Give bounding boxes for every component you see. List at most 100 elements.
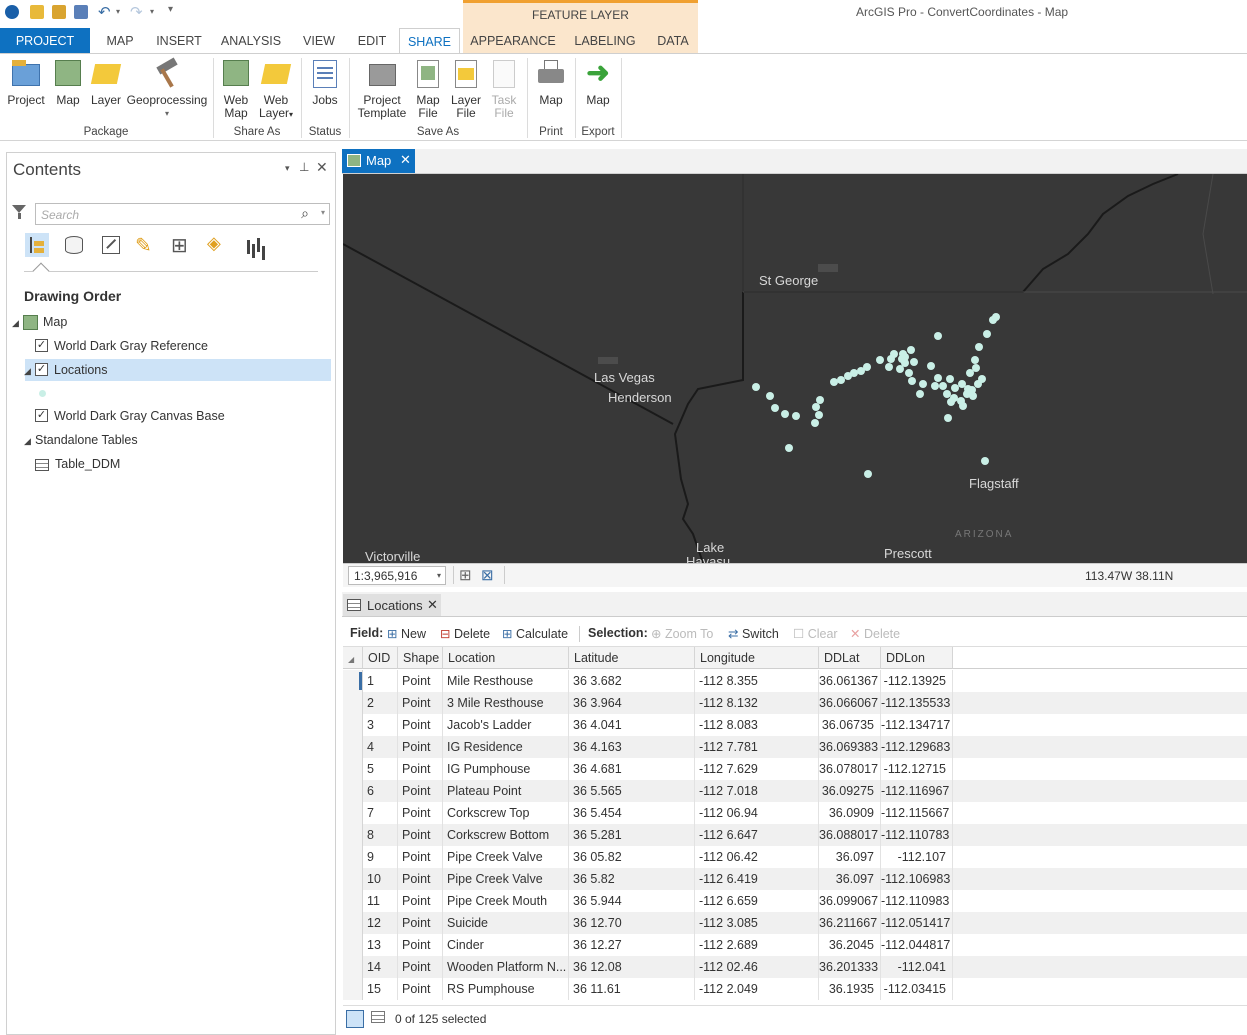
row-selector[interactable] bbox=[343, 802, 363, 824]
search-input[interactable]: Search ⌕ ▾ bbox=[35, 203, 330, 225]
row-selector[interactable] bbox=[343, 978, 363, 1000]
cell-location[interactable]: Cinder bbox=[443, 934, 569, 956]
cell-latitude[interactable]: 36 12.70 bbox=[569, 912, 695, 934]
cell-latitude[interactable]: 36 4.681 bbox=[569, 758, 695, 780]
close-icon[interactable]: ✕ bbox=[316, 159, 328, 176]
location-point[interactable] bbox=[916, 390, 924, 398]
show-all-records-icon[interactable] bbox=[346, 1010, 364, 1028]
location-point[interactable] bbox=[890, 350, 898, 358]
cell-ddlat[interactable]: 36.069383 bbox=[819, 736, 881, 758]
cell-shape[interactable]: Point bbox=[398, 956, 443, 978]
location-point[interactable] bbox=[971, 356, 979, 364]
cell-oid[interactable]: 8 bbox=[363, 824, 398, 846]
location-points[interactable] bbox=[752, 313, 1000, 478]
table-row[interactable]: 10 Point Pipe Creek Valve 36 5.82 -112 6.419… bbox=[343, 868, 1247, 890]
package-geoprocessing-button[interactable]: Geoprocessing ▾ bbox=[126, 57, 208, 120]
cell-ddlat[interactable]: 36.088017 bbox=[819, 824, 881, 846]
column-header-oid[interactable]: OID bbox=[363, 647, 398, 669]
row-selector-header[interactable]: ◢ bbox=[343, 647, 363, 669]
cell-shape[interactable]: Point bbox=[398, 802, 443, 824]
column-header-latitude[interactable]: Latitude bbox=[569, 647, 695, 669]
location-point[interactable] bbox=[785, 444, 793, 452]
cell-ddlon[interactable]: -112.110783 bbox=[881, 824, 953, 846]
table-row[interactable]: 1 Point Mile Resthouse 36 3.682 -112 8.355 36… bbox=[343, 670, 1247, 692]
location-point[interactable] bbox=[901, 353, 909, 361]
location-point[interactable] bbox=[943, 390, 951, 398]
location-point[interactable] bbox=[830, 378, 838, 386]
location-point[interactable] bbox=[959, 402, 967, 410]
cell-location[interactable]: Mile Resthouse bbox=[443, 670, 569, 692]
column-header-location[interactable]: Location bbox=[443, 647, 569, 669]
delete-selection-button[interactable]: ✕ Delete bbox=[850, 626, 900, 641]
package-project-button[interactable]: Project bbox=[4, 58, 48, 107]
cell-ddlat[interactable]: 36.06735 bbox=[819, 714, 881, 736]
cell-longitude[interactable]: -112 8.355 bbox=[695, 670, 819, 692]
cell-ddlon[interactable]: -112.041 bbox=[881, 956, 953, 978]
cell-ddlat[interactable]: 36.2045 bbox=[819, 934, 881, 956]
cell-ddlon[interactable]: -112.115667 bbox=[881, 802, 953, 824]
list-by-drawing-order-icon[interactable] bbox=[25, 233, 49, 257]
save-icon[interactable] bbox=[74, 5, 88, 19]
cell-longitude[interactable]: -112 3.085 bbox=[695, 912, 819, 934]
save-map-file-button[interactable]: Map File bbox=[410, 58, 446, 120]
cell-latitude[interactable]: 36 5.565 bbox=[569, 780, 695, 802]
tab-view[interactable]: VIEW bbox=[296, 28, 342, 53]
table-row[interactable]: 13 Point Cinder 36 12.27 -112 2.689 36.2045 -1… bbox=[343, 934, 1247, 956]
cell-shape[interactable]: Point bbox=[398, 758, 443, 780]
cell-oid[interactable]: 9 bbox=[363, 846, 398, 868]
cell-latitude[interactable]: 36 3.682 bbox=[569, 670, 695, 692]
row-selector[interactable] bbox=[343, 846, 363, 868]
cell-longitude[interactable]: -112 7.018 bbox=[695, 780, 819, 802]
zoom-to-button[interactable]: ⊕ Zoom To bbox=[651, 626, 713, 641]
calculate-field-button[interactable]: ⊞ Calculate bbox=[502, 626, 568, 641]
tab-edit[interactable]: EDIT bbox=[350, 28, 394, 53]
table-row[interactable]: 15 Point RS Pumphouse 36 11.61 -112 2.049 36.… bbox=[343, 978, 1247, 1000]
location-point[interactable] bbox=[910, 358, 918, 366]
cell-longitude[interactable]: -112 7.629 bbox=[695, 758, 819, 780]
save-layer-file-button[interactable]: Layer File bbox=[448, 58, 484, 120]
location-point[interactable] bbox=[908, 377, 916, 385]
table-row[interactable]: 3 Point Jacob's Ladder 36 4.041 -112 8.083 36… bbox=[343, 714, 1247, 736]
chevron-down-icon[interactable]: ▾ bbox=[116, 7, 120, 16]
table-row[interactable]: 8 Point Corkscrew Bottom 36 5.281 -112 6.647… bbox=[343, 824, 1247, 846]
location-point[interactable] bbox=[934, 374, 942, 382]
show-selected-records-icon[interactable] bbox=[371, 1011, 385, 1023]
location-point[interactable] bbox=[944, 414, 952, 422]
location-point[interactable] bbox=[812, 403, 820, 411]
location-point[interactable] bbox=[863, 363, 871, 371]
location-point[interactable] bbox=[975, 343, 983, 351]
cell-shape[interactable]: Point bbox=[398, 824, 443, 846]
cell-shape[interactable]: Point bbox=[398, 692, 443, 714]
save-task-file-button[interactable]: Task File bbox=[486, 58, 522, 120]
location-point[interactable] bbox=[752, 383, 760, 391]
clear-selection-button[interactable]: ☐ Clear bbox=[793, 626, 838, 641]
cell-ddlon[interactable]: -112.044817 bbox=[881, 934, 953, 956]
cell-ddlat[interactable]: 36.09275 bbox=[819, 780, 881, 802]
location-point[interactable] bbox=[905, 369, 913, 377]
tree-item-map[interactable]: Map bbox=[23, 311, 67, 333]
customize-toolbar-icon[interactable]: ▾ bbox=[168, 4, 173, 15]
filter-icon[interactable] bbox=[12, 205, 26, 219]
cell-location[interactable]: Plateau Point bbox=[443, 780, 569, 802]
new-field-button[interactable]: ⊞ New bbox=[387, 626, 426, 641]
cell-latitude[interactable]: 36 5.944 bbox=[569, 890, 695, 912]
cell-ddlon[interactable]: -112.135533 bbox=[881, 692, 953, 714]
jobs-button[interactable]: Jobs bbox=[306, 58, 344, 107]
visibility-checkbox[interactable]: ✓ bbox=[35, 339, 48, 353]
table-row[interactable]: 7 Point Corkscrew Top 36 5.454 -112 06.94 36.… bbox=[343, 802, 1247, 824]
tab-appearance[interactable]: APPEARANCE bbox=[468, 28, 558, 53]
row-selector[interactable] bbox=[343, 780, 363, 802]
cell-ddlat[interactable]: 36.099067 bbox=[819, 890, 881, 912]
tab-map-view[interactable]: Map ✕ bbox=[342, 149, 415, 173]
cell-ddlon[interactable]: -112.107 bbox=[881, 846, 953, 868]
tab-data[interactable]: DATA bbox=[650, 28, 696, 53]
delete-field-button[interactable]: ⊟ Delete bbox=[440, 626, 490, 641]
cell-longitude[interactable]: -112 8.083 bbox=[695, 714, 819, 736]
cell-latitude[interactable]: 36 3.964 bbox=[569, 692, 695, 714]
cell-shape[interactable]: Point bbox=[398, 780, 443, 802]
cell-oid[interactable]: 4 bbox=[363, 736, 398, 758]
location-point[interactable] bbox=[885, 363, 893, 371]
location-point[interactable] bbox=[951, 384, 959, 392]
cell-latitude[interactable]: 36 5.82 bbox=[569, 868, 695, 890]
cell-shape[interactable]: Point bbox=[398, 670, 443, 692]
